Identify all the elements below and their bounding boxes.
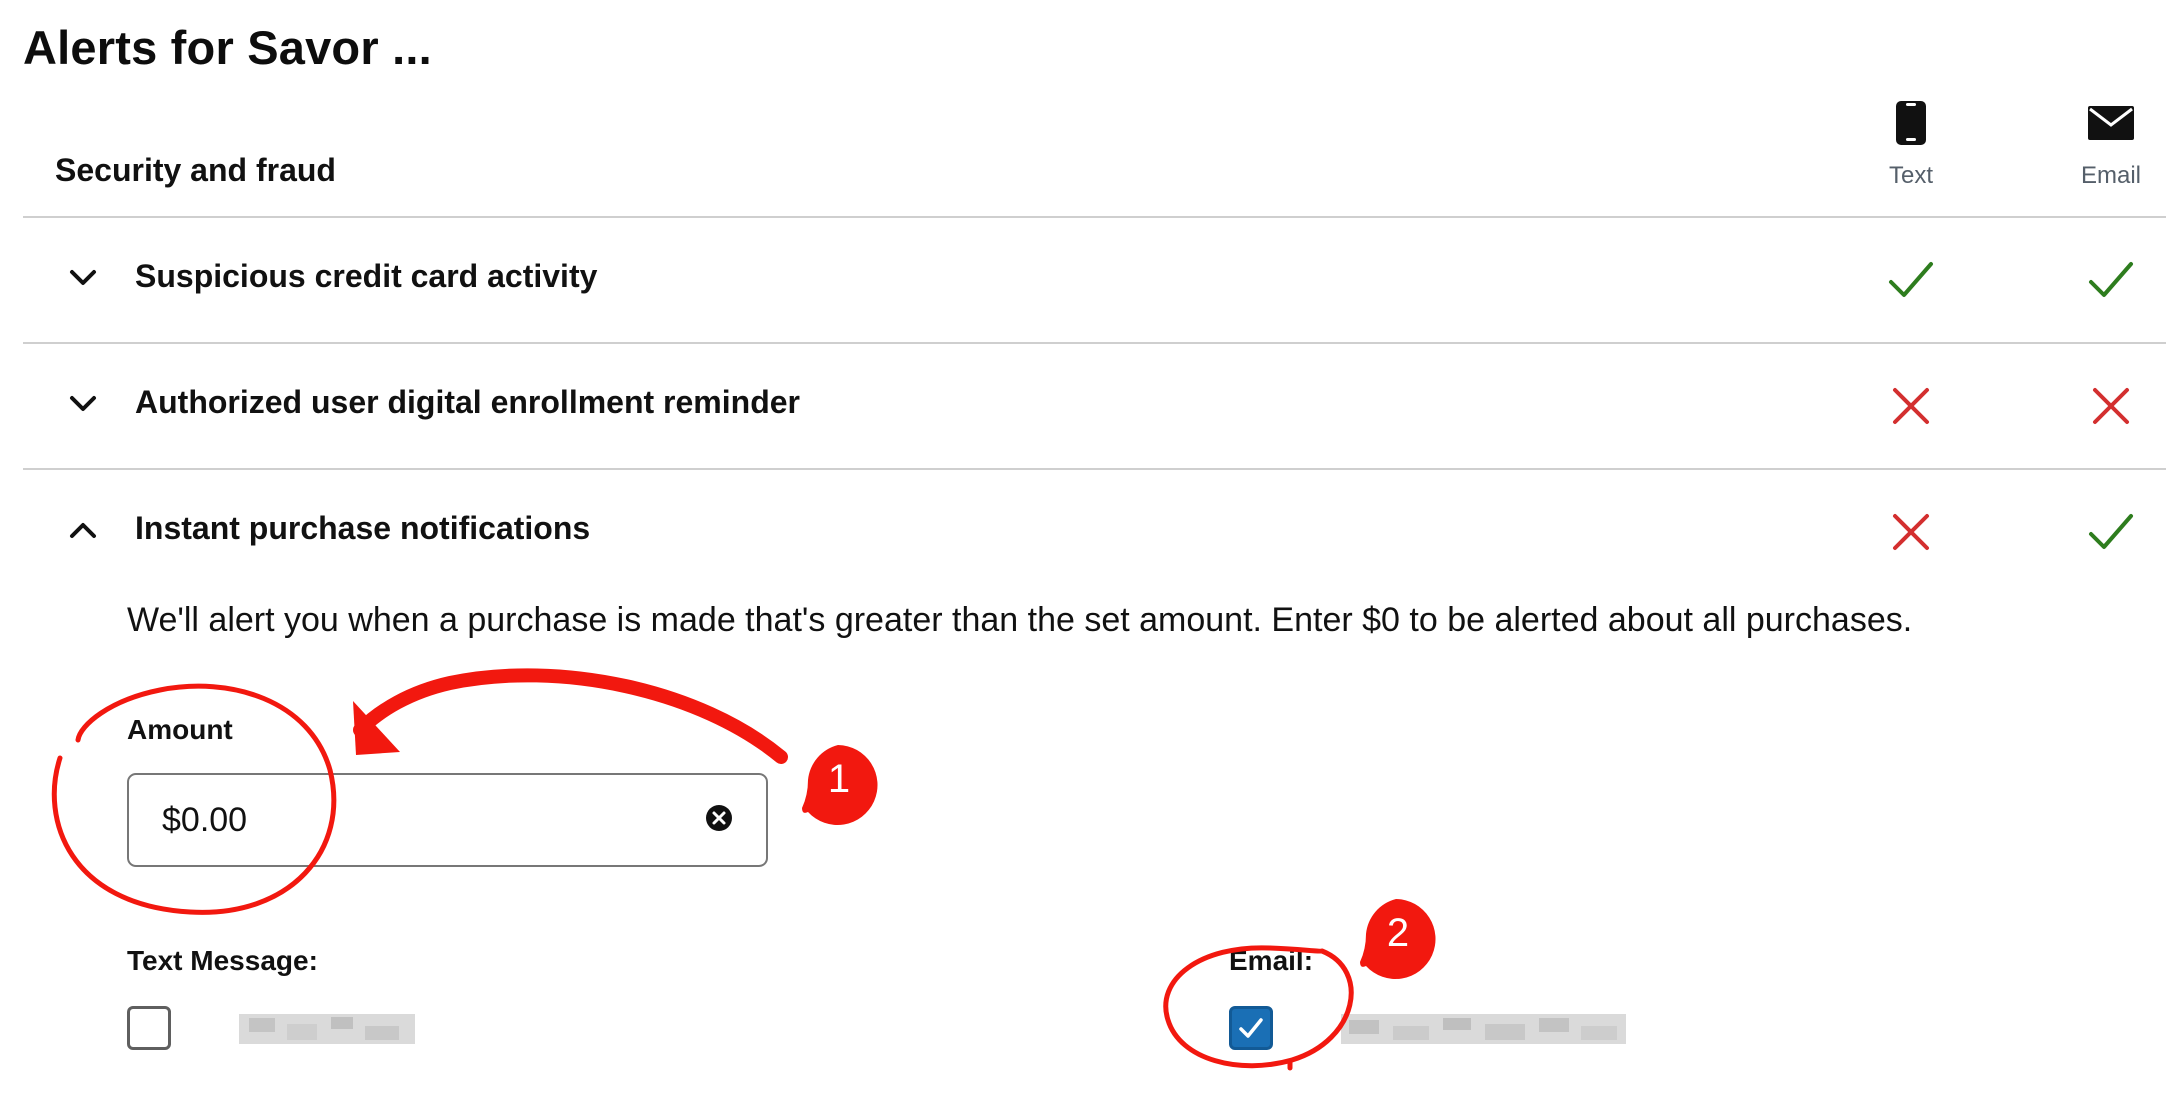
chevron-up-icon[interactable] <box>63 510 103 550</box>
checkmark-icon <box>1239 1018 1263 1038</box>
annotation-badge-2-number: 2 <box>1387 911 1409 955</box>
alert-row-instant-purchase[interactable]: Instant purchase notifications <box>23 470 2166 570</box>
annotation-arrowhead <box>353 701 400 755</box>
cross-icon <box>2093 388 2129 424</box>
redacted-phone-number <box>239 1014 415 1044</box>
text-message-label: Text Message: <box>127 945 318 976</box>
alert-row-authorized-user-reminder[interactable]: Authorized user digital enrollment remin… <box>23 344 2166 470</box>
annotation-badge-1 <box>802 745 878 825</box>
section-header: Security and fraud Text Email <box>23 100 2166 218</box>
alert-row-label: Suspicious credit card activity <box>135 258 598 294</box>
alert-row-label: Authorized user digital enrollment remin… <box>135 384 800 420</box>
check-icon <box>2089 262 2133 297</box>
chevron-down-icon[interactable] <box>63 258 103 298</box>
check-icon <box>1889 262 1933 297</box>
email-label: Email: <box>1229 945 1314 976</box>
clear-icon[interactable] <box>704 803 734 833</box>
column-email: Email <box>2051 100 2166 190</box>
email-checkbox[interactable] <box>1229 1006 1273 1050</box>
annotation-arrow <box>353 668 788 764</box>
column-text-label: Text <box>1888 162 1933 189</box>
chevron-down-icon[interactable] <box>63 384 103 424</box>
instant-purchase-description: We'll alert you when a purchase is made … <box>127 601 1913 639</box>
text-message-checkbox[interactable] <box>127 1006 171 1050</box>
cross-icon <box>1893 388 1929 424</box>
cross-icon <box>1893 514 1929 550</box>
check-icon <box>2089 514 2133 549</box>
section-title: Security and fraud <box>55 152 336 188</box>
alert-row-label: Instant purchase notifications <box>135 510 591 546</box>
annotation-badge-1-number: 1 <box>828 757 850 801</box>
annotation-badge-2 <box>1360 899 1436 979</box>
envelope-icon <box>2088 106 2134 140</box>
redacted-email-address <box>1341 1014 1626 1044</box>
phone-icon <box>1896 101 1926 145</box>
amount-value[interactable]: $0.00 <box>162 801 247 840</box>
column-text: Text <box>1851 100 1971 190</box>
amount-input[interactable]: $0.00 <box>127 773 768 867</box>
amount-label: Amount <box>127 714 233 745</box>
page-title: Alerts for Savor ... <box>23 21 432 74</box>
column-email-label: Email <box>2080 162 2141 189</box>
alert-row-suspicious-activity[interactable]: Suspicious credit card activity <box>23 218 2166 344</box>
